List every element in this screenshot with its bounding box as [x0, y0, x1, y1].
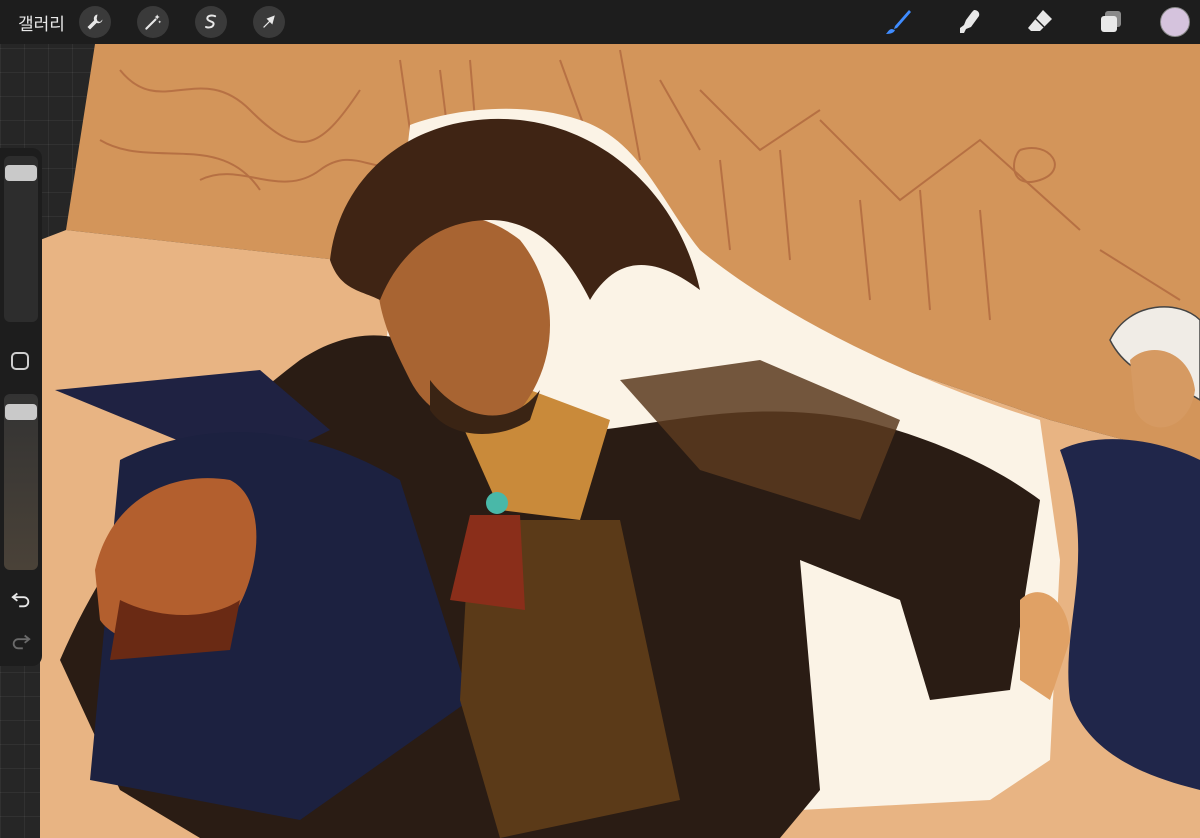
- modify-button[interactable]: [11, 352, 29, 370]
- artwork-canvas[interactable]: [0, 0, 1200, 838]
- arrow-cursor-icon: [263, 15, 275, 28]
- gallery-button[interactable]: 갤러리: [18, 10, 65, 35]
- layers-icon: [1101, 11, 1121, 32]
- selection-s-icon: [204, 14, 217, 29]
- opacity-thumb[interactable]: [5, 403, 37, 420]
- eraser-tool-button[interactable]: [1018, 0, 1062, 44]
- magic-wand-icon: [145, 14, 162, 30]
- brush-tool-button[interactable]: [876, 0, 920, 44]
- selection-button[interactable]: [194, 6, 227, 38]
- tool-group: [849, 0, 1200, 44]
- layers-button[interactable]: [1089, 0, 1133, 44]
- actions-button[interactable]: [78, 6, 111, 38]
- adjustments-button[interactable]: [136, 6, 169, 38]
- brush-size-slider[interactable]: [4, 156, 38, 322]
- smudge-finger-icon: [960, 10, 980, 33]
- bolo-gem: [486, 492, 508, 514]
- undo-button[interactable]: [8, 588, 34, 610]
- top-toolbar: 갤러리: [0, 0, 1200, 44]
- brush-size-thumb[interactable]: [5, 165, 37, 182]
- redo-button[interactable]: [8, 630, 34, 652]
- side-toolbar: [0, 148, 42, 666]
- wrench-icon: [87, 14, 103, 30]
- brush-icon: [886, 10, 911, 34]
- redo-icon: [12, 634, 31, 650]
- undo-icon: [11, 592, 30, 608]
- eraser-icon: [1028, 10, 1052, 31]
- smudge-tool-button[interactable]: [947, 0, 991, 44]
- transform-button[interactable]: [252, 6, 285, 38]
- opacity-slider[interactable]: [4, 394, 38, 570]
- color-picker-button[interactable]: [1160, 7, 1190, 37]
